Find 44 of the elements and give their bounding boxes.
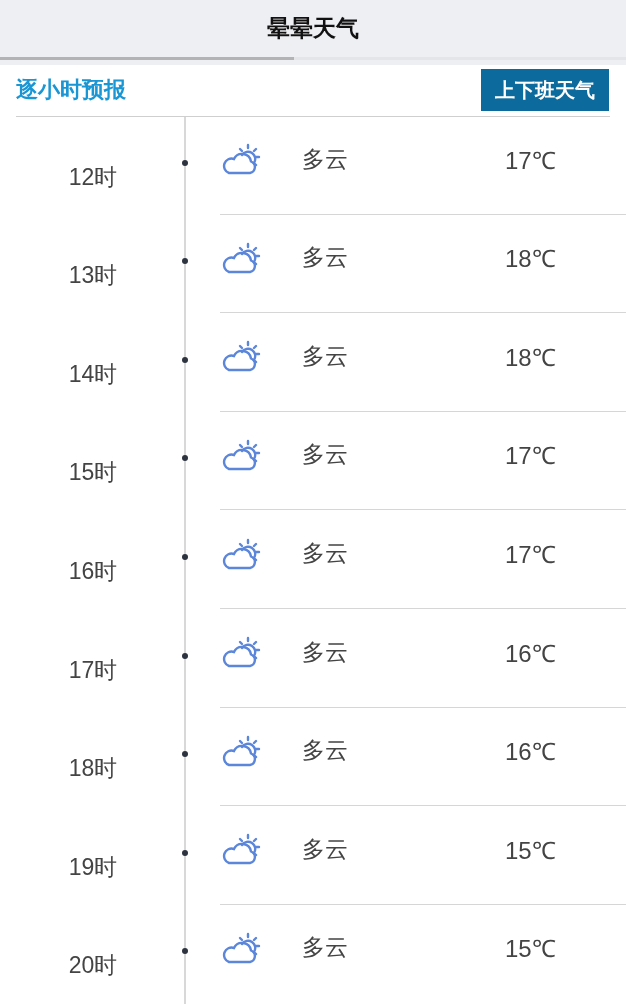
hour-label: 13时	[68, 261, 118, 291]
condition-text: 多云	[302, 834, 349, 864]
temperature-text: 18℃	[505, 244, 557, 275]
hour-label: 14时	[68, 359, 118, 389]
temperature-text: 17℃	[505, 540, 557, 571]
partly-cloudy-icon	[220, 537, 262, 572]
hour-label: 20时	[68, 951, 118, 981]
condition-text: 多云	[302, 440, 349, 470]
temperature-text: 15℃	[505, 934, 557, 965]
temperature-text: 17℃	[505, 441, 557, 472]
partly-cloudy-icon	[220, 931, 262, 966]
partly-cloudy-icon	[220, 241, 262, 276]
window-title: 晕晕天气	[267, 14, 359, 44]
condition-text: 多云	[302, 243, 349, 273]
temperature-text: 15℃	[505, 835, 557, 866]
hour-label: 19时	[68, 852, 118, 882]
condition-text: 多云	[302, 736, 349, 766]
hour-label: 18时	[68, 754, 118, 784]
section-title: 逐小时预报	[16, 76, 126, 105]
timeline-dot	[182, 948, 188, 955]
partly-cloudy-icon	[220, 438, 262, 473]
temperature-text: 16℃	[505, 638, 557, 669]
partly-cloudy-icon	[220, 734, 262, 769]
hour-label: 16时	[68, 557, 118, 587]
temperature-text: 17℃	[505, 145, 557, 176]
condition-text: 多云	[302, 933, 349, 963]
timeline-dot	[182, 159, 188, 166]
hour-label: 15时	[68, 458, 118, 488]
condition-text: 多云	[302, 539, 349, 569]
timeline-dot	[182, 751, 188, 758]
timeline-dot	[182, 554, 188, 561]
condition-text: 多云	[302, 341, 349, 371]
timeline-dot	[182, 652, 188, 659]
timeline-dot	[182, 455, 188, 462]
commute-weather-button[interactable]: 上下班天气	[481, 69, 609, 112]
temperature-text: 16℃	[505, 737, 557, 768]
condition-text: 多云	[302, 144, 349, 174]
condition-text: 多云	[302, 637, 349, 667]
temperature-text: 18℃	[505, 342, 557, 373]
timeline-dot	[182, 849, 188, 856]
hour-label: 12时	[68, 162, 118, 192]
timeline-dot	[182, 356, 188, 363]
hour-label: 17时	[68, 655, 118, 685]
timeline-dot	[182, 258, 188, 265]
